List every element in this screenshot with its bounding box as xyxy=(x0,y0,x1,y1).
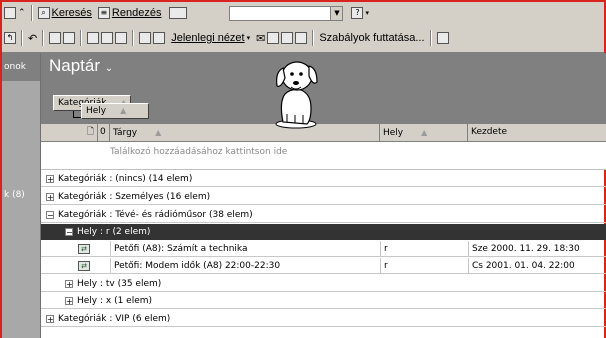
current-view-dropdown[interactable]: Jelenlegi nézet xyxy=(171,32,244,44)
run-rules-button[interactable]: Szabályok futtatása... xyxy=(319,32,424,44)
address-book-icon[interactable] xyxy=(169,7,188,19)
page-title[interactable]: Naptár ⌄ xyxy=(49,56,113,76)
nav-count[interactable]: k (8) xyxy=(4,190,25,200)
subgroup-row-x[interactable]: + Hely : x (1 elem) xyxy=(41,293,606,309)
current-view-chevron-icon[interactable]: ▾ xyxy=(247,34,251,42)
new-item-row[interactable]: Találkozó hozzáadásához kattintson ide xyxy=(41,142,606,165)
group-label: Hely : x (1 elem) xyxy=(77,296,153,306)
separator xyxy=(80,30,83,46)
up-folder-icon[interactable]: ↰ xyxy=(4,32,16,44)
toolbar-top: ⌃ ⌕ Keresés ≡ Rendezés ▼ ? ▾ xyxy=(2,2,604,23)
subgroup-row-tv[interactable]: + Hely : tv (35 elem) xyxy=(41,276,606,292)
sort-ascending-icon: ▲ xyxy=(155,128,162,137)
chevron-down-icon[interactable]: ⌄ xyxy=(105,63,113,74)
search-button[interactable]: Keresés xyxy=(52,7,92,19)
help-icon[interactable]: ? xyxy=(351,7,364,19)
group-label: Kategóriák : (nincs) (14 elem) xyxy=(58,174,193,184)
collapse-icon[interactable]: − xyxy=(65,227,73,236)
chevron-down-icon[interactable]: ▼ xyxy=(330,6,343,20)
separator xyxy=(132,30,135,46)
group-label: Hely : r (2 elem) xyxy=(77,227,151,237)
page-title-text: Naptár xyxy=(49,56,101,75)
toolbar-standard: ↰ ↶ Jelenlegi nézet ▾ ✉ Szabályok futtat… xyxy=(2,22,604,53)
start-cell: Cs 2001. 01. 04. 22:00 xyxy=(468,258,606,274)
group-by-location[interactable]: Hely ▲ xyxy=(81,103,149,119)
column-location[interactable]: Hely ▲ xyxy=(380,124,468,141)
print-icon[interactable] xyxy=(49,32,62,44)
help-dropdown-icon[interactable]: ▾ xyxy=(365,9,369,17)
sort-ascending-icon: ▲ xyxy=(120,106,127,115)
appointment-icon: ⇄ xyxy=(78,243,90,254)
separator xyxy=(312,30,315,46)
organize-icon[interactable]: ≡ xyxy=(97,7,110,19)
group-label: Kategóriák : Személyes (16 elem) xyxy=(58,192,211,202)
organize-button[interactable]: Rendezés xyxy=(112,7,162,19)
collapse-icon[interactable]: − xyxy=(46,210,54,219)
group-row-tv-radio[interactable]: − Kategóriák : Tévé- és rádióműsor (38 el… xyxy=(41,207,606,223)
expand-icon[interactable]: + xyxy=(46,314,54,323)
office-assistant-dog-icon[interactable] xyxy=(265,52,327,132)
print-preview-icon[interactable] xyxy=(63,32,76,44)
expand-icon[interactable]: + xyxy=(65,296,73,305)
list-view-icon[interactable] xyxy=(153,32,166,44)
separator xyxy=(30,5,33,21)
work-week-icon[interactable] xyxy=(101,32,114,44)
column-icon[interactable]: 🗋 xyxy=(41,124,98,141)
group-by-location-label: Hely xyxy=(86,106,107,116)
item-icon-cell: ⇄ xyxy=(78,258,98,274)
column-subject[interactable]: Tárgy ▲ xyxy=(110,124,380,141)
location-cell: r xyxy=(380,258,468,274)
column-subject-label: Tárgy xyxy=(113,128,138,138)
caret-up-icon[interactable]: ⌃ xyxy=(18,8,26,18)
separator xyxy=(42,30,45,46)
column-attachment[interactable]: 0 xyxy=(98,124,110,141)
item-icon-cell: ⇄ xyxy=(78,241,98,257)
separator xyxy=(21,30,23,46)
item-type-icon: 🗋 xyxy=(86,127,94,137)
table-row[interactable]: ⇄ Petőfi: Modem idők (A8) 22:00-22:30 r … xyxy=(41,258,606,274)
undo-icon[interactable]: ↶ xyxy=(28,32,37,45)
expand-icon[interactable]: + xyxy=(46,192,54,201)
location-cell: r xyxy=(380,241,468,257)
address-combo[interactable]: ▼ xyxy=(229,5,344,21)
calendar-icon[interactable] xyxy=(267,32,280,44)
navigation-pane[interactable]: onok k (8) xyxy=(2,53,41,338)
sort-ascending-icon: ▲ xyxy=(421,128,428,137)
spacer xyxy=(41,164,606,170)
rules-icon[interactable] xyxy=(436,32,449,44)
nav-header: onok xyxy=(2,53,40,81)
subject-cell: Petőfi (A8): Számít a technika xyxy=(110,241,380,257)
expand-icon[interactable]: + xyxy=(46,174,54,183)
group-row-none[interactable]: + Kategóriák : (nincs) (14 elem) xyxy=(41,171,606,187)
appointment-icon: ⇄ xyxy=(78,260,90,271)
group-label: Kategóriák : Tévé- és rádióműsor (38 ele… xyxy=(58,210,253,220)
subject-cell: Petőfi: Modem idők (A8) 22:00-22:30 xyxy=(110,258,380,274)
column-start[interactable]: Kezdete xyxy=(468,124,606,141)
group-label: Hely : tv (35 elem) xyxy=(77,279,162,289)
find-people-icon[interactable] xyxy=(115,32,128,44)
month-view-icon[interactable] xyxy=(139,32,152,44)
column-start-label: Kezdete xyxy=(471,127,508,137)
group-row-vip[interactable]: + Kategóriák : VIP (6 elem) xyxy=(41,311,606,327)
group-row-personal[interactable]: + Kategóriák : Személyes (16 elem) xyxy=(41,189,606,205)
mail-icon[interactable]: ✉ xyxy=(256,32,265,45)
table-row[interactable]: ⇄ Petőfi (A8): Számít a technika r Sze 2… xyxy=(41,241,606,257)
new-item-hint: Találkozó hozzáadásához kattintson ide xyxy=(110,147,288,157)
separator xyxy=(429,30,432,46)
start-cell: Sze 2000. 11. 29. 18:30 xyxy=(468,241,606,257)
expand-icon[interactable]: + xyxy=(65,279,73,288)
column-location-label: Hely xyxy=(383,128,404,138)
window-icon[interactable] xyxy=(4,7,16,19)
attachment-icon: 0 xyxy=(100,127,106,137)
group-label: Kategóriák : VIP (6 elem) xyxy=(58,314,171,324)
find-icon[interactable]: ⌕ xyxy=(37,7,50,19)
find-icon[interactable] xyxy=(281,32,294,44)
subgroup-row-r[interactable]: − Hely : r (2 elem) xyxy=(41,224,606,240)
day-view-icon[interactable] xyxy=(87,32,100,44)
new-item-icon[interactable] xyxy=(295,32,308,44)
